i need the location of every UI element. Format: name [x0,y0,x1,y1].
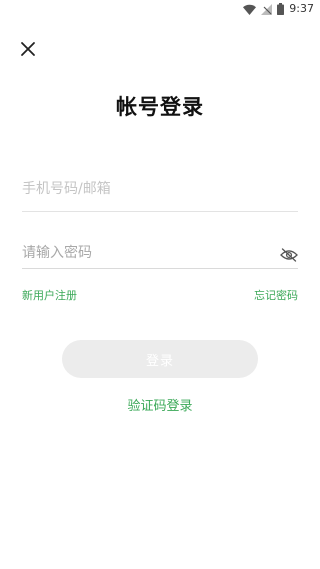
forgot-password-link[interactable]: 忘记密码 [254,287,298,303]
register-link[interactable]: 新用户注册 [22,287,77,303]
password-input[interactable] [22,241,272,265]
battery-icon [277,3,285,15]
close-icon [21,42,35,56]
page-title: 帐号登录 [116,95,204,119]
sms-login-link[interactable]: 验证码登录 [0,395,320,414]
status-bar: 9:37 [0,0,320,18]
password-field [22,241,298,269]
account-input[interactable] [22,177,272,201]
wifi-icon [243,4,257,15]
toggle-password-visibility-button[interactable] [280,247,298,262]
account-field [22,175,298,212]
eye-off-icon [280,248,298,262]
status-icons: 9:37 [243,2,314,16]
close-button[interactable] [18,39,38,59]
no-signal-icon [261,3,273,15]
login-button[interactable]: 登录 [62,340,258,378]
status-time: 9:37 [289,2,314,15]
